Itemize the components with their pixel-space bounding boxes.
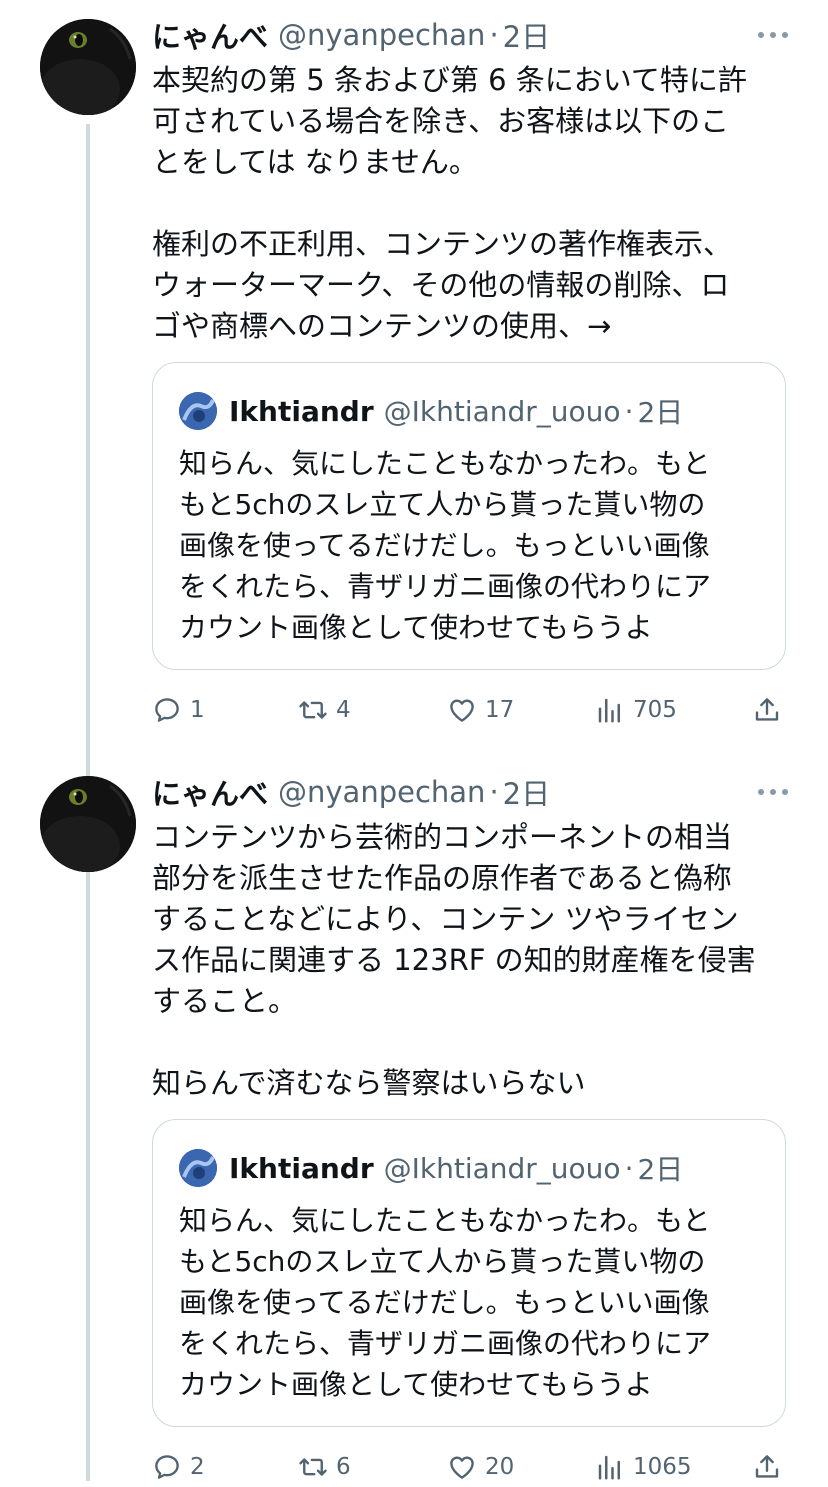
- view-count: 705: [633, 697, 677, 723]
- timestamp[interactable]: 2日: [503, 14, 550, 56]
- text-line: とをしては なりません。: [152, 145, 478, 179]
- view-count: 1065: [633, 1454, 692, 1480]
- text-line: ゴや商標へのコンテンツの使用、→: [152, 309, 612, 343]
- like-button[interactable]: 20: [447, 1447, 514, 1487]
- views-button[interactable]: 705: [595, 690, 677, 730]
- separator-dot: ·: [489, 775, 499, 809]
- share-button[interactable]: [752, 1447, 790, 1487]
- like-button[interactable]: 17: [447, 690, 514, 730]
- action-bar: 2 6 20 1065: [152, 1447, 788, 1487]
- text-line: をくれたら、青ザリガニ画像の代わりにア: [179, 570, 712, 603]
- text-line: 権利の不正利用、コンテンツの著作権表示、: [152, 227, 733, 261]
- retweet-icon: [299, 1458, 327, 1476]
- tweet-text: コンテンツから芸術的コンポーネントの相当 部分を派生させた作品の原作者であると偽…: [152, 817, 792, 1104]
- timestamp[interactable]: 2日: [503, 771, 550, 813]
- tweet-paragraph: 本契約の第 5 条および第 6 条において特に許 可されている場合を除き、お客様…: [152, 60, 792, 183]
- text-line: 知らん、気にしたこともなかったわ。もと: [179, 1204, 711, 1237]
- quoted-tweet-text: 知らん、気にしたこともなかったわ。もと もと5chのスレ立て人から貰った貰い物の…: [179, 1200, 769, 1405]
- views-icon: [598, 1455, 620, 1480]
- quoted-avatar: [179, 392, 217, 430]
- reply-count: 2: [190, 1454, 205, 1480]
- share-icon: [755, 698, 779, 721]
- quoted-author-handle: @Ikhtiandr_uouo: [383, 1151, 621, 1185]
- retweet-count: 4: [336, 697, 351, 723]
- quoted-author-handle: @Ikhtiandr_uouo: [383, 394, 621, 428]
- quoted-tweet-text: 知らん、気にしたこともなかったわ。もと もと5chのスレ立て人から貰った貰い物の…: [179, 443, 769, 648]
- quoted-timestamp: 2日: [637, 1153, 684, 1186]
- text-line: カウント画像として使わせてもらうよ: [179, 1368, 653, 1401]
- tweet-header: にゃんべ @nyanpechan · 2日: [152, 771, 788, 813]
- avatar[interactable]: [40, 19, 136, 115]
- views-button[interactable]: 1065: [595, 1447, 692, 1487]
- reply-button[interactable]: 2: [152, 1447, 205, 1487]
- tweet[interactable]: にゃんべ @nyanpechan · 2日 コンテンツから芸術的コンポーネントの…: [0, 757, 828, 1481]
- tweet-header: にゃんべ @nyanpechan · 2日: [152, 14, 788, 56]
- author-name[interactable]: にゃんべ: [152, 771, 268, 813]
- quoted-tweet-header: Ikhtiandr @Ikhtiandr_uouo · 2日: [179, 391, 683, 431]
- tweet-paragraph: 権利の不正利用、コンテンツの著作権表示、 ウォーターマーク、その他の情報の削除、…: [152, 224, 792, 347]
- text-line: 知らん、気にしたこともなかったわ。もと: [179, 447, 711, 480]
- text-line: 知らんで済むなら警察はいらない: [152, 1066, 586, 1100]
- share-button[interactable]: [752, 690, 790, 730]
- retweet-count: 6: [336, 1454, 351, 1480]
- quoted-tweet[interactable]: Ikhtiandr @Ikhtiandr_uouo · 2日 知らん、気にしたこ…: [152, 1119, 786, 1427]
- author-handle[interactable]: @nyanpechan: [278, 18, 485, 52]
- avatar[interactable]: [40, 776, 136, 872]
- quoted-author-name: Ikhtiandr: [229, 1151, 374, 1185]
- quoted-tweet[interactable]: Ikhtiandr @Ikhtiandr_uouo · 2日 知らん、気にしたこ…: [152, 362, 786, 670]
- text-line: 可されている場合を除き、お客様は以下のこ: [152, 104, 730, 138]
- quoted-timestamp: 2日: [637, 396, 684, 429]
- separator-dot: ·: [624, 394, 634, 428]
- tweet-text: 本契約の第 5 条および第 6 条において特に許 可されている場合を除き、お客様…: [152, 60, 792, 347]
- text-line: をくれたら、青ザリガニ画像の代わりにア: [179, 1327, 712, 1360]
- text-line: 画像を使ってるだけだし。もっといい画像: [179, 1286, 710, 1319]
- text-line: することなどにより、コンテン ツやライセン: [152, 902, 739, 936]
- retweet-button[interactable]: 6: [298, 1447, 351, 1487]
- heart-icon: [450, 699, 474, 722]
- text-line: 部分を派生させた作品の原作者であると偽称: [152, 861, 732, 895]
- more-dots-icon[interactable]: [758, 779, 788, 805]
- retweet-button[interactable]: 4: [298, 690, 351, 730]
- reply-icon: [155, 698, 179, 722]
- quoted-author-name: Ikhtiandr: [229, 394, 374, 428]
- reply-count: 1: [190, 697, 205, 723]
- separator-dot: ·: [624, 1151, 634, 1185]
- tweet-paragraph: 知らんで済むなら警察はいらない: [152, 1063, 792, 1104]
- reply-icon: [155, 1455, 179, 1479]
- like-count: 20: [485, 1454, 515, 1480]
- text-line: すること。: [152, 984, 298, 1018]
- text-line: ス作品に関連する 123RF の知的財産権を侵害: [152, 943, 756, 977]
- share-icon: [755, 1455, 779, 1478]
- author-handle[interactable]: @nyanpechan: [278, 775, 485, 809]
- author-name[interactable]: にゃんべ: [152, 14, 268, 56]
- more-dots-icon[interactable]: [758, 22, 788, 48]
- separator-dot: ·: [489, 18, 499, 52]
- text-line: ウォーターマーク、その他の情報の削除、ロ: [152, 268, 730, 302]
- tweet[interactable]: にゃんべ @nyanpechan · 2日 本契約の第 5 条および第 6 条に…: [0, 0, 828, 757]
- quoted-avatar: [179, 1149, 217, 1187]
- like-count: 17: [485, 697, 515, 723]
- text-line: 画像を使ってるだけだし。もっといい画像: [179, 529, 710, 562]
- views-icon: [598, 698, 620, 723]
- text-line: コンテンツから芸術的コンポーネントの相当: [152, 820, 733, 854]
- heart-icon: [450, 1456, 474, 1479]
- quoted-tweet-header: Ikhtiandr @Ikhtiandr_uouo · 2日: [179, 1148, 683, 1188]
- tweet-paragraph: コンテンツから芸術的コンポーネントの相当 部分を派生させた作品の原作者であると偽…: [152, 817, 792, 1022]
- retweet-icon: [299, 701, 327, 719]
- text-line: もと5chのスレ立て人から貰った貰い物の: [179, 488, 706, 521]
- action-bar: 1 4 17 705: [152, 690, 788, 730]
- reply-button[interactable]: 1: [152, 690, 205, 730]
- text-line: カウント画像として使わせてもらうよ: [179, 611, 653, 644]
- text-line: 本契約の第 5 条および第 6 条において特に許: [152, 63, 747, 97]
- text-line: もと5chのスレ立て人から貰った貰い物の: [179, 1245, 706, 1278]
